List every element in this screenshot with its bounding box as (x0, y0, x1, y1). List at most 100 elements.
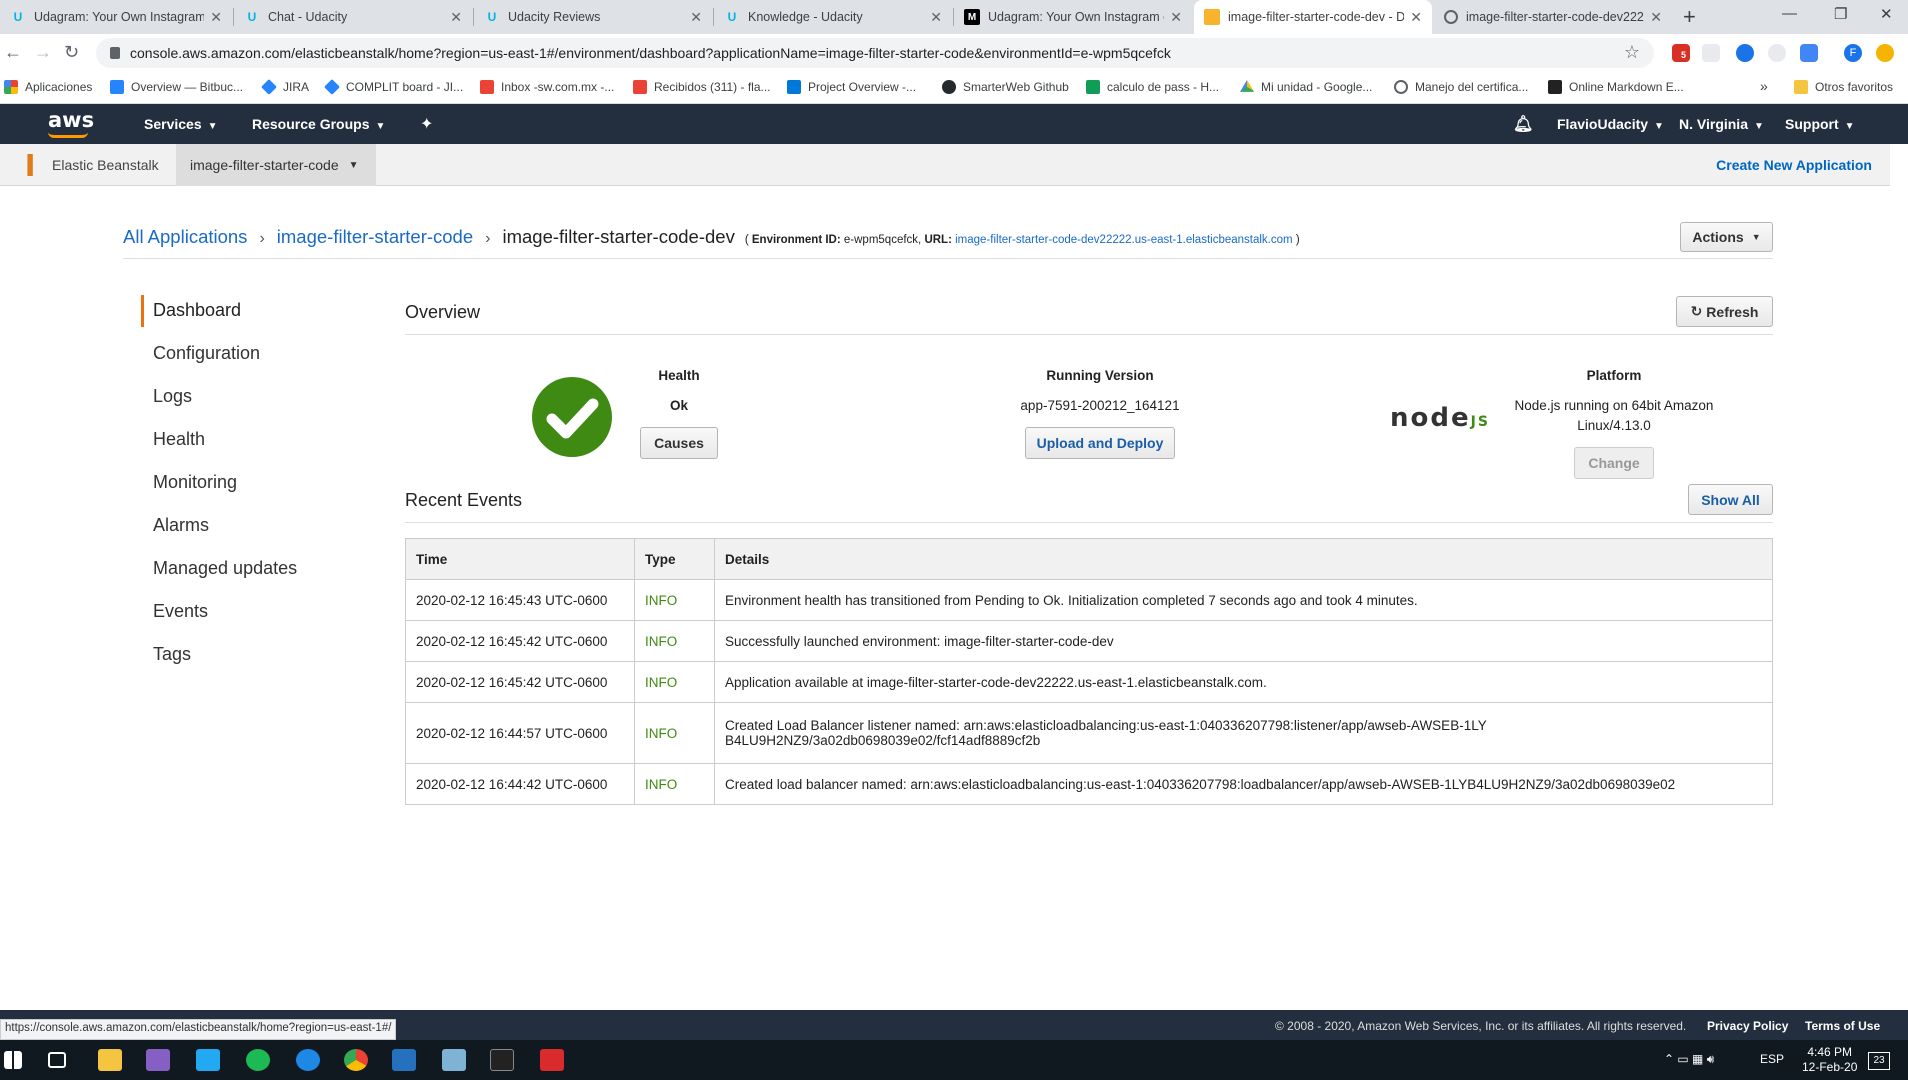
breadcrumb-application[interactable]: image-filter-starter-code (277, 226, 473, 248)
browser-tab[interactable]: M Udagram: Your Own Instagram o ✕ (954, 0, 1192, 34)
services-menu[interactable]: Services ▼ (144, 116, 218, 132)
extension-icon[interactable] (1702, 44, 1720, 62)
sidebar-item-tags[interactable]: Tags (153, 644, 191, 665)
browser-tab[interactable]: image-filter-starter-code-dev222 ✕ (1434, 0, 1672, 34)
bookmark-item[interactable]: JIRA (261, 79, 309, 95)
column-header-details[interactable]: Details (714, 538, 1773, 580)
column-header-time[interactable]: Time (405, 538, 635, 580)
sidebar-item-logs[interactable]: Logs (153, 386, 192, 407)
close-tab-icon[interactable]: ✕ (1410, 9, 1422, 26)
new-tab-icon[interactable]: + (1683, 4, 1696, 30)
close-tab-icon[interactable]: ✕ (1650, 9, 1662, 26)
actions-button[interactable]: Actions ▼ (1680, 222, 1773, 252)
bookmark-item[interactable]: Aplicaciones (4, 80, 92, 94)
account-menu[interactable]: FlavioUdacity ▼ (1557, 116, 1664, 132)
tray-icons[interactable]: ⌃ ▭ ▦ 🔊︎ (1664, 1052, 1714, 1067)
extension-icon[interactable] (1768, 44, 1786, 62)
visual-studio-icon[interactable] (146, 1049, 170, 1071)
spotify-icon[interactable] (246, 1049, 270, 1071)
extension-icon[interactable] (1736, 44, 1754, 62)
close-tab-icon[interactable]: ✕ (450, 9, 462, 26)
system-clock[interactable]: 4:46 PM 12-Feb-20 (1802, 1045, 1857, 1075)
minimize-icon[interactable]: — (1782, 5, 1797, 22)
close-tab-icon[interactable]: ✕ (1170, 9, 1182, 26)
bookmark-item[interactable]: Inbox -sw.com.mx -... (480, 80, 614, 94)
window-close-icon[interactable]: ✕ (1880, 5, 1893, 23)
bookmark-item[interactable]: Recibidos (311) - fla... (633, 80, 771, 94)
bookmark-item[interactable]: Manejo del certifica... (1394, 80, 1528, 94)
bookmark-item[interactable]: SmarterWeb Github (942, 80, 1069, 94)
create-new-application-link[interactable]: Create New Application (1716, 157, 1872, 173)
bookmark-item[interactable]: Online Markdown E... (1548, 80, 1684, 94)
bookmark-item[interactable]: COMPLIT board - JI... (324, 79, 463, 95)
show-all-events-button[interactable]: Show All (1688, 484, 1773, 515)
active-indicator (141, 295, 144, 327)
maps-icon[interactable] (296, 1049, 320, 1071)
reload-icon[interactable]: ↻ (64, 42, 79, 63)
aws-logo[interactable]: aws (48, 108, 94, 138)
terms-of-use-link[interactable]: Terms of Use (1805, 1019, 1880, 1033)
notifications-icon[interactable]: 23 (1868, 1052, 1890, 1070)
extension-icon[interactable]: 5 (1672, 44, 1690, 62)
bookmark-star-icon[interactable]: ☆ (1624, 42, 1640, 63)
windows-start-icon[interactable] (4, 1051, 22, 1069)
file-explorer-icon[interactable] (98, 1049, 122, 1071)
forward-icon[interactable]: → (34, 42, 52, 63)
bookmark-item[interactable]: calculo de pass - H... (1086, 80, 1219, 94)
sidebar-item-monitoring[interactable]: Monitoring (153, 472, 237, 493)
browser-tab[interactable]: U Udagram: Your Own Instagram o ✕ (0, 0, 232, 34)
sidebar-item-configuration[interactable]: Configuration (153, 343, 260, 364)
sidebar-item-events[interactable]: Events (153, 601, 208, 622)
chrome-icon[interactable] (344, 1049, 368, 1071)
bookmark-item[interactable]: Project Overview -... (787, 80, 916, 94)
close-tab-icon[interactable]: ✕ (930, 9, 942, 26)
bookmarks-overflow-icon[interactable]: » (1760, 78, 1768, 94)
column-header-type[interactable]: Type (634, 538, 715, 580)
bitdefender-icon[interactable] (540, 1049, 564, 1071)
extension-icon[interactable] (1876, 44, 1894, 62)
browser-tab-active[interactable]: image-filter-starter-code-dev - D ✕ (1194, 0, 1432, 34)
sidebar-item-health[interactable]: Health (153, 429, 205, 450)
sidebar-item-alarms[interactable]: Alarms (153, 515, 209, 536)
support-menu[interactable]: Support ▼ (1785, 116, 1855, 132)
notifications-bell-icon[interactable]: 🔔︎ (1513, 114, 1533, 134)
powershell-icon[interactable] (392, 1049, 416, 1071)
address-bar[interactable]: console.aws.amazon.com/elasticbeanstalk/… (96, 38, 1654, 68)
browser-tab[interactable]: U Udacity Reviews ✕ (474, 0, 712, 34)
environment-url-link[interactable]: image-filter-starter-code-dev22222.us-ea… (955, 234, 1293, 246)
task-view-icon[interactable] (48, 1052, 66, 1068)
causes-button[interactable]: Causes (640, 427, 718, 459)
sidebar-item-managed-updates[interactable]: Managed updates (153, 558, 297, 579)
profile-avatar[interactable]: F (1844, 44, 1862, 62)
vscode-icon[interactable] (196, 1049, 220, 1071)
browser-tab[interactable]: U Chat - Udacity ✕ (234, 0, 472, 34)
sidebar-item-dashboard[interactable]: Dashboard (153, 300, 241, 321)
bookmark-item[interactable]: Mi unidad - Google... (1240, 80, 1372, 94)
privacy-policy-link[interactable]: Privacy Policy (1707, 1019, 1788, 1033)
restore-icon[interactable]: ❐ (1834, 5, 1847, 23)
application-selector[interactable]: image-filter-starter-code ▼ (176, 144, 376, 186)
region-menu[interactable]: N. Virginia ▼ (1679, 116, 1764, 132)
table-row: 2020-02-12 16:44:42 UTC-0600 INFO Create… (405, 763, 1773, 805)
other-bookmarks[interactable]: Otros favoritos (1794, 80, 1893, 94)
upload-and-deploy-button[interactable]: Upload and Deploy (1025, 427, 1175, 459)
breadcrumb-all-applications[interactable]: All Applications (123, 226, 247, 248)
pin-icon[interactable]: ✦ (420, 114, 433, 134)
input-language[interactable]: ESP (1760, 1052, 1784, 1066)
globe-icon (1394, 80, 1408, 94)
extension-icon[interactable] (1800, 44, 1818, 62)
close-tab-icon[interactable]: ✕ (690, 9, 702, 26)
back-icon[interactable]: ← (4, 42, 22, 63)
elastic-beanstalk-link[interactable]: Elastic Beanstalk (22, 144, 159, 186)
table-row: 2020-02-12 16:45:43 UTC-0600 INFO Enviro… (405, 579, 1773, 621)
notepad-icon[interactable] (442, 1049, 466, 1071)
browser-tab[interactable]: U Knowledge - Udacity ✕ (714, 0, 952, 34)
chevron-right-icon: › (485, 230, 491, 247)
change-platform-button[interactable]: Change (1574, 447, 1654, 479)
resource-groups-menu[interactable]: Resource Groups ▼ (252, 116, 385, 132)
close-tab-icon[interactable]: ✕ (210, 9, 222, 26)
terminal-icon[interactable] (490, 1049, 514, 1071)
refresh-button[interactable]: ↻ Refresh (1676, 296, 1773, 327)
globe-icon (1444, 10, 1458, 24)
bookmark-item[interactable]: Overview — Bitbuc... (110, 80, 243, 94)
